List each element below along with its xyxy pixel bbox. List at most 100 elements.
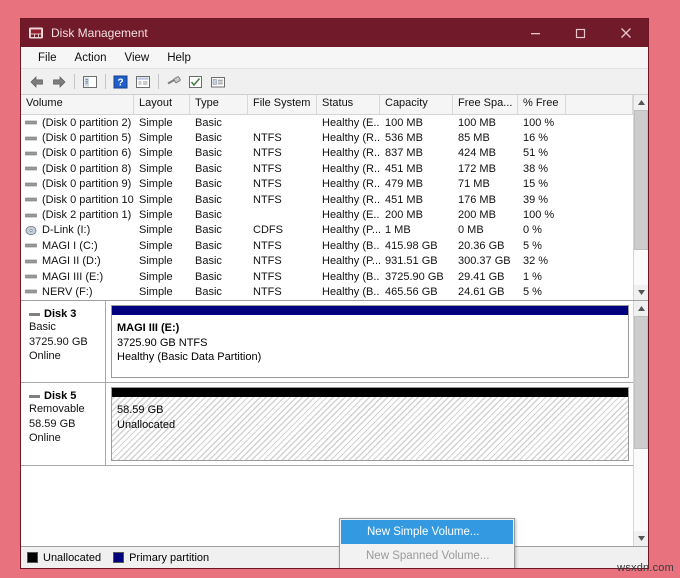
graphical-view-scrollbar[interactable] (633, 301, 648, 546)
legend-label-unallocated: Unallocated (43, 551, 102, 564)
menu-file[interactable]: File (29, 50, 66, 66)
cell-file-system: NTFS (253, 178, 282, 191)
partition-unallocated[interactable]: 58.59 GB Unallocated (111, 387, 629, 461)
column-header-filler (566, 95, 633, 114)
cell-capacity: 837 MB (385, 147, 423, 160)
cell-free-space: 172 MB (458, 162, 496, 175)
disk-row-disk-3[interactable]: Disk 3 Basic 3725.90 GB Online MAGI III … (21, 301, 633, 383)
scroll-up-icon[interactable] (634, 301, 648, 316)
properties-list-icon[interactable] (132, 72, 153, 92)
scroll-thumb[interactable] (634, 316, 648, 450)
cell-volume: MAGI II (D:) (21, 255, 134, 267)
scroll-track[interactable] (634, 316, 648, 531)
minimize-button[interactable] (513, 19, 558, 47)
cell-status: Healthy (R... (322, 132, 380, 145)
table-row[interactable]: (Disk 0 partition 2) Simple Basic Healthy (… (21, 115, 633, 130)
cell-free-space: 71 MB (458, 178, 490, 191)
disk-type: Basic (29, 321, 56, 333)
partition-magi-iii[interactable]: MAGI III (E:) 3725.90 GB NTFS Healthy (B… (111, 305, 629, 378)
back-arrow-icon[interactable] (26, 72, 47, 92)
table-row[interactable]: (Disk 0 partition 6) Simple Basic NTFS Healt… (21, 146, 633, 161)
cell-layout: Simple (139, 239, 173, 252)
cell-layout: Simple (139, 116, 173, 129)
volume-label: MAGI II (D:) (42, 255, 101, 268)
column-header-file-system[interactable]: File System (248, 95, 317, 114)
cell-free-space: 200 MB (458, 209, 496, 222)
context-menu[interactable]: New Simple Volume... New Spanned Volume..… (339, 518, 515, 568)
table-row[interactable]: NERV (F:) Simple Basic NTFS Healthy (B... 465… (21, 284, 633, 299)
column-header-type[interactable]: Type (190, 95, 248, 114)
cell-pct-free: 0 % (523, 224, 542, 237)
menu-help[interactable]: Help (158, 50, 200, 66)
table-row[interactable]: MAGI III (E:) Simple Basic NTFS Healthy (B..… (21, 269, 633, 284)
cell-status: Healthy (B... (322, 285, 380, 298)
disk-state: Online (29, 432, 61, 444)
cell-layout: Simple (139, 147, 173, 160)
cell-free-space: 100 MB (458, 116, 496, 129)
cell-layout: Simple (139, 193, 173, 206)
table-row[interactable]: (Disk 2 partition 1) Simple Basic Healthy (… (21, 207, 633, 222)
table-row[interactable]: (Disk 0 partition 10) Simple Basic NTFS Heal… (21, 192, 633, 207)
close-button[interactable] (603, 19, 648, 47)
cell-capacity: 451 MB (385, 162, 423, 175)
disk-row-disk-5[interactable]: Disk 5 Removable 58.59 GB Online 58.59 G… (21, 383, 633, 466)
menu-item-new-spanned-volume: New Spanned Volume... (366, 550, 490, 562)
cell-type: Basic (195, 224, 222, 237)
help-icon[interactable]: ? (110, 72, 131, 92)
show-hide-tree-icon[interactable] (79, 72, 100, 92)
details-icon[interactable] (207, 72, 228, 92)
partition-status: Healthy (Basic Data Partition) (117, 351, 262, 363)
table-row[interactable]: MAGI I (C:) Simple Basic NTFS Healthy (B... 4… (21, 238, 633, 253)
table-row[interactable]: (Disk 0 partition 8) Simple Basic NTFS Healt… (21, 161, 633, 176)
column-header-volume[interactable]: Volume (21, 95, 134, 114)
column-header-capacity[interactable]: Capacity (380, 95, 453, 114)
volume-list-scrollbar[interactable] (633, 95, 648, 300)
volume-list-pane: Volume Layout Type File System Status Ca… (21, 95, 648, 301)
disk-info-disk-5: Disk 5 Removable 58.59 GB Online (21, 383, 106, 465)
cell-layout: Simple (139, 178, 173, 191)
legend-label-primary: Primary partition (129, 551, 210, 564)
table-row[interactable]: D-Link (I:) Simple Basic CDFS Healthy (P... 1… (21, 223, 633, 238)
table-row[interactable]: (Disk 0 partition 9) Simple Basic NTFS Healt… (21, 177, 633, 192)
table-row[interactable]: MAGI II (D:) Simple Basic NTFS Healthy (P...… (21, 254, 633, 269)
cell-capacity: 451 MB (385, 193, 423, 206)
volume-label: (Disk 0 partition 2) (42, 116, 132, 129)
toolbar: ? (21, 69, 648, 95)
check-icon[interactable] (185, 72, 206, 92)
volume-label: MAGI III (E:) (42, 270, 104, 283)
rescan-disks-icon[interactable] (163, 72, 184, 92)
cell-free-space: 300.37 GB (458, 255, 511, 268)
volume-label: (Disk 2 partition 1) (42, 209, 132, 222)
scroll-down-icon[interactable] (634, 285, 648, 300)
volume-bar-icon (25, 240, 38, 251)
cell-status: Healthy (P... (322, 255, 380, 268)
cell-file-system: NTFS (253, 162, 282, 175)
scroll-down-icon[interactable] (634, 531, 648, 546)
forward-arrow-icon[interactable] (48, 72, 69, 92)
cell-free-space: 29.41 GB (458, 270, 505, 283)
cell-type: Basic (195, 116, 222, 129)
partition-details: MAGI III (E:) 3725.90 GB NTFS Healthy (B… (112, 315, 628, 377)
cell-type: Basic (195, 239, 222, 252)
scroll-track[interactable] (634, 110, 648, 285)
table-row[interactable]: (Disk 0 partition 5) Simple Basic NTFS Healt… (21, 130, 633, 145)
cell-layout: Simple (139, 270, 173, 283)
menu-action[interactable]: Action (66, 50, 116, 66)
maximize-button[interactable] (558, 19, 603, 47)
cell-status: Healthy (R... (322, 147, 380, 160)
menu-bar: File Action View Help (21, 47, 648, 69)
cell-file-system: NTFS (253, 270, 282, 283)
column-header-free-space[interactable]: Free Spa... (453, 95, 518, 114)
toolbar-separator-3 (158, 74, 159, 89)
menu-view[interactable]: View (116, 50, 159, 66)
disk-graph-disk-5: 58.59 GB Unallocated (106, 383, 633, 465)
scroll-up-icon[interactable] (634, 95, 648, 110)
menu-item-new-simple-volume[interactable]: New Simple Volume... (341, 520, 513, 544)
disk-rows-container: Disk 3 Basic 3725.90 GB Online MAGI III … (21, 301, 633, 546)
cell-type: Basic (195, 285, 222, 298)
column-header-status[interactable]: Status (317, 95, 380, 114)
column-header-pct-free[interactable]: % Free (518, 95, 566, 114)
column-header-layout[interactable]: Layout (134, 95, 190, 114)
cell-volume: MAGI I (C:) (21, 240, 134, 252)
scroll-thumb[interactable] (634, 110, 648, 250)
